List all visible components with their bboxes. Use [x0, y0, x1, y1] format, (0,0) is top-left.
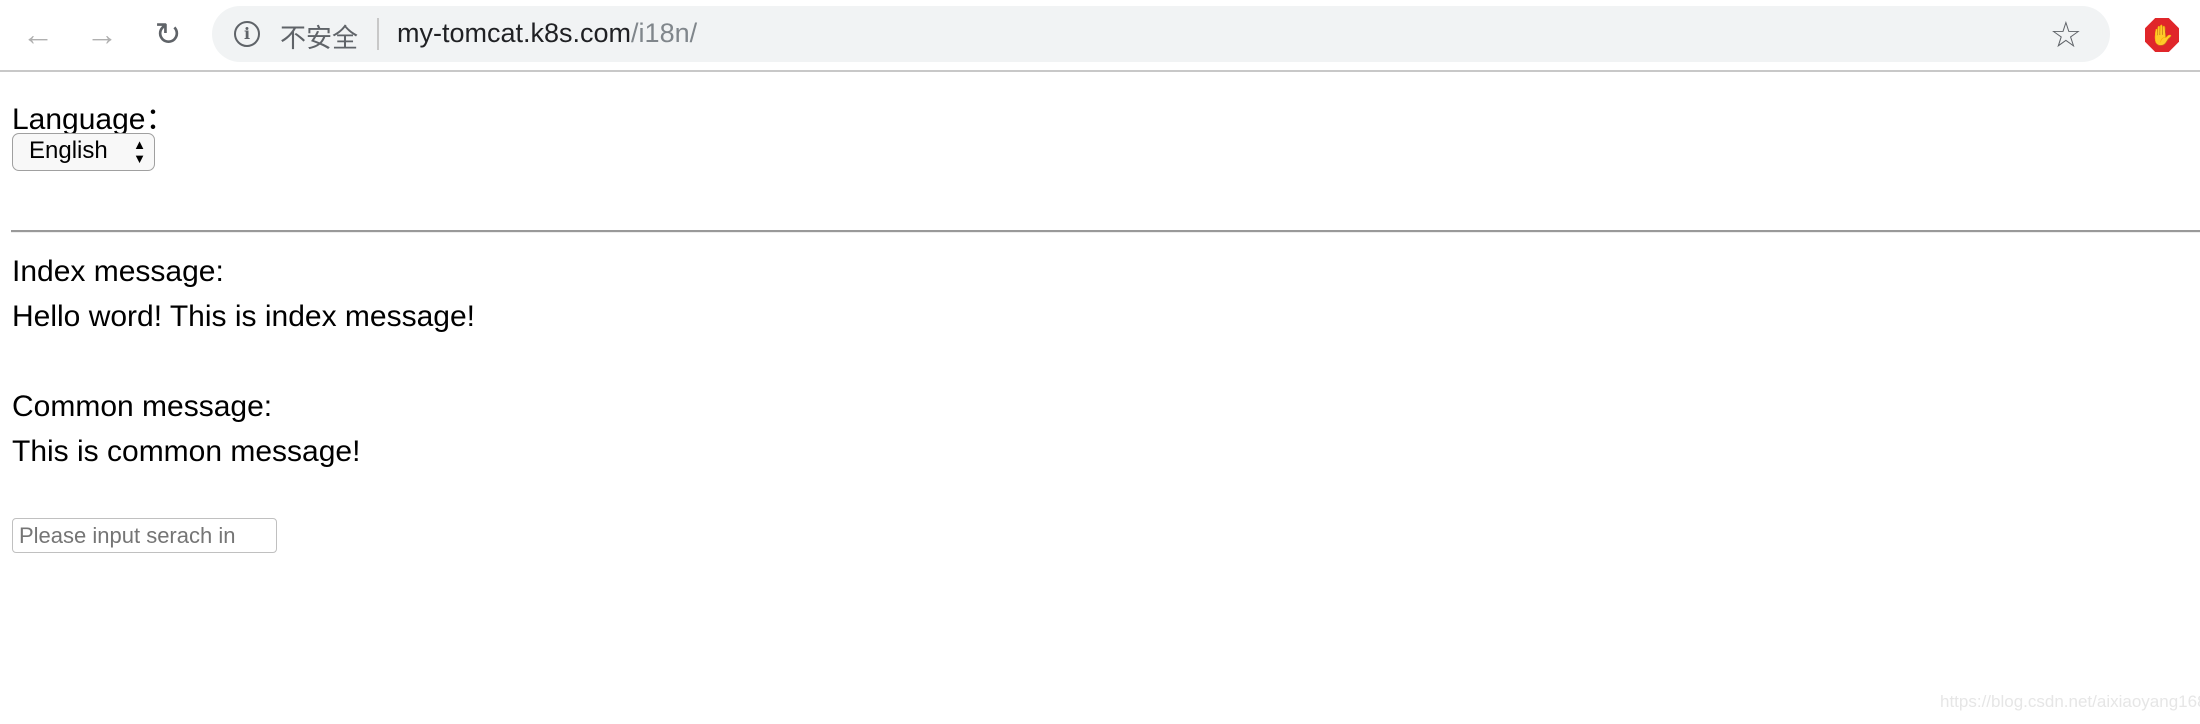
reload-button[interactable]: ↻: [148, 14, 188, 54]
address-bar[interactable]: i 不安全 my-tomcat.k8s.com/i18n/ ☆: [212, 6, 2110, 62]
language-label: Language：: [12, 103, 176, 136]
index-message-label: Index message:: [12, 255, 224, 288]
back-button[interactable]: ←: [18, 14, 58, 54]
arrow-right-icon: →: [86, 15, 118, 52]
common-message-text: This is common message!: [12, 435, 361, 468]
search-input[interactable]: [12, 518, 277, 553]
forward-button[interactable]: →: [82, 14, 122, 54]
adblock-hand-icon[interactable]: ✋: [2145, 18, 2179, 52]
browser-toolbar: ← → ↻ i 不安全 my-tomcat.k8s.com/i18n/ ☆ ✋: [0, 0, 2200, 72]
common-message-label: Common message:: [12, 390, 273, 423]
url-host: my-tomcat.k8s.com: [397, 18, 632, 48]
watermark: https://blog.csdn.net/aixiaoyang168: [1940, 692, 2200, 711]
info-icon[interactable]: i: [234, 21, 260, 47]
index-message-text: Hello word! This is index message!: [12, 300, 475, 333]
language-selected: English: [29, 137, 108, 164]
security-label[interactable]: 不安全: [280, 18, 358, 55]
divider: [377, 18, 379, 50]
language-select[interactable]: English ▲ ▼: [12, 133, 155, 171]
select-arrows-icon: ▲ ▼: [133, 137, 146, 166]
url-path: /i18n/: [631, 18, 698, 48]
reload-icon: ↻: [154, 16, 182, 52]
arrow-left-icon: ←: [22, 15, 54, 52]
url-text[interactable]: my-tomcat.k8s.com/i18n/: [397, 18, 697, 49]
horizontal-rule: [11, 230, 2200, 233]
star-icon[interactable]: ☆: [2050, 14, 2082, 56]
